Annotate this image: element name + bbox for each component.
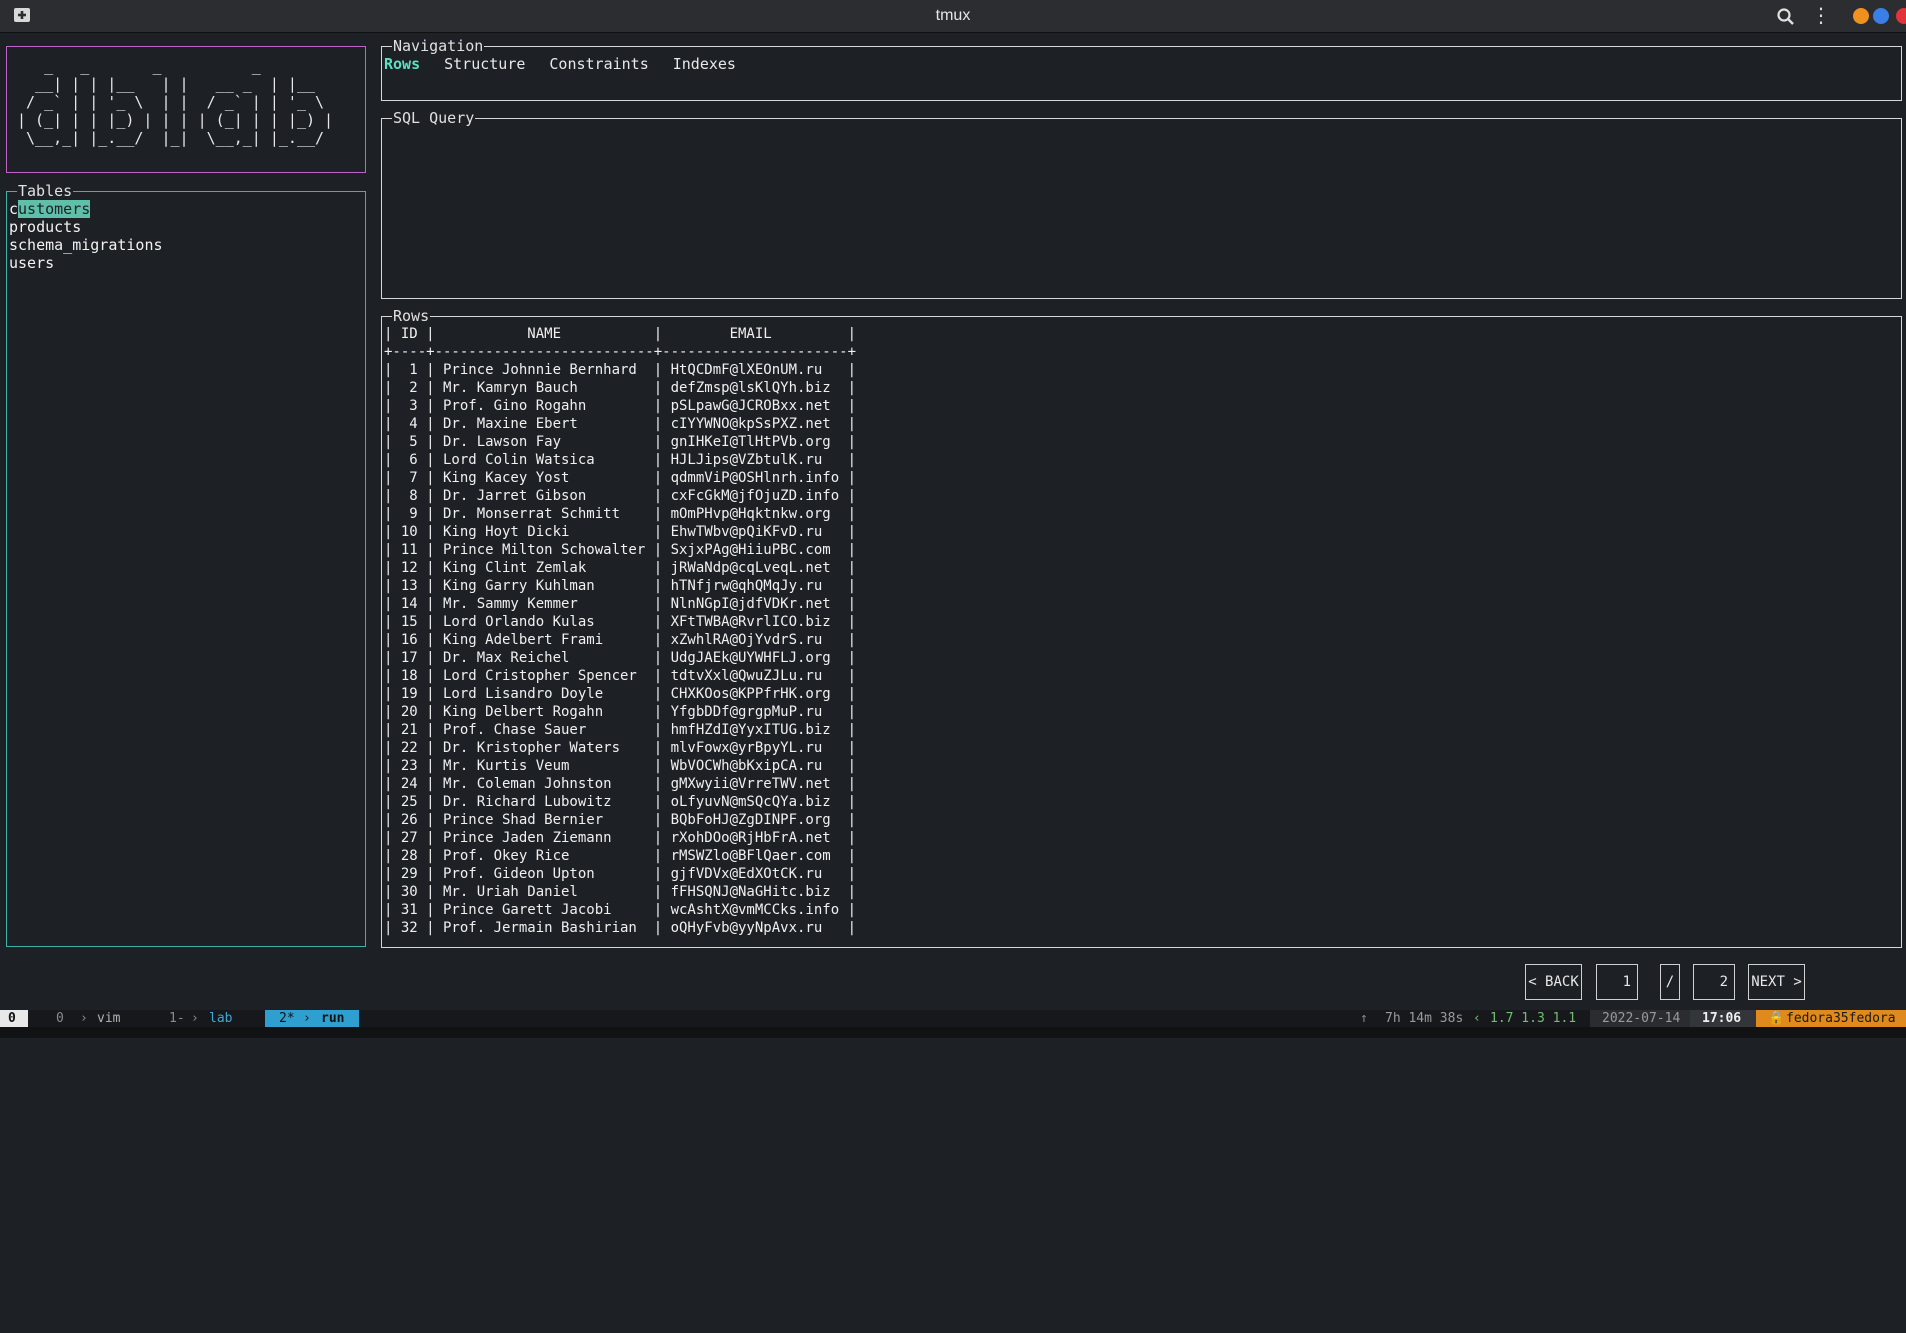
minimize-button[interactable] <box>1853 8 1869 24</box>
back-button[interactable]: < BACK <box>1525 964 1582 1000</box>
table-row[interactable]: | 28 | Prof. Okey Rice | rMSWZlo@BFlQaer… <box>384 848 856 864</box>
table-row[interactable]: | 23 | Mr. Kurtis Veum | WbVOCWh@bKxipCA… <box>384 758 856 774</box>
table-row[interactable]: | 8 | Dr. Jarret Gibson | cxFcGkM@jfOjuZ… <box>384 488 856 504</box>
next-button[interactable]: NEXT > <box>1748 964 1805 1000</box>
table-row[interactable]: | 19 | Lord Lisandro Doyle | CHXKOos@KPP… <box>384 686 856 702</box>
table-row[interactable]: | 29 | Prof. Gideon Upton | gjfVDVx@EdXO… <box>384 866 856 882</box>
total-pages: 2 <box>1693 964 1735 1000</box>
table-row[interactable]: | 1 | Prince Johnnie Bernhard | HtQCDmF@… <box>384 362 856 378</box>
table-row[interactable]: | 13 | King Garry Kuhlman | hTNfjrw@qhQM… <box>384 578 856 594</box>
table-row[interactable]: | 3 | Prof. Gino Rogahn | pSLpawG@JCROBx… <box>384 398 856 414</box>
table-divider: +----+--------------------------+-------… <box>384 344 857 360</box>
load-average: 1.7 1.3 1.1 <box>1490 1011 1577 1026</box>
active-window-name[interactable]: run <box>311 1010 359 1027</box>
window-0-name[interactable]: vim <box>97 1010 120 1027</box>
active-window-arrow-icon: › <box>303 1010 311 1027</box>
tables-list: customers products schema_migrations use… <box>9 200 163 272</box>
time: 17:06 <box>1690 1010 1756 1027</box>
table-item-selected-label: ustomers <box>18 200 91 218</box>
navigation-panel-title: Navigation <box>392 37 485 55</box>
current-page-input[interactable]: 1 <box>1596 964 1638 1000</box>
table-item-products[interactable]: products <box>9 218 163 236</box>
table-row[interactable]: | 15 | Lord Orlando Kulas | XFtTWBA@Rvrl… <box>384 614 856 630</box>
navigation-tabs: Rows Structure Constraints Indexes <box>384 55 760 73</box>
table-row[interactable]: | 30 | Mr. Uriah Daniel | fFHSQNJ@NaGHit… <box>384 884 856 900</box>
session-name: 0 <box>0 1010 28 1027</box>
table-row[interactable]: | 11 | Prince Milton Schowalter | SxjxPA… <box>384 542 856 558</box>
table-row[interactable]: | 24 | Mr. Coleman Johnston | gMXwyii@Vr… <box>384 776 856 792</box>
table-row[interactable]: | 7 | King Kacey Yost | qdmmViP@OSHlnrh.… <box>384 470 856 486</box>
table-row[interactable]: | 9 | Dr. Monserrat Schmitt | mOmPHvp@Hq… <box>384 506 856 522</box>
sql-query-panel-title: SQL Query <box>392 109 476 127</box>
table-row[interactable]: | 31 | Prince Garett Jacobi | wcAshtX@vm… <box>384 902 856 918</box>
window-1-name[interactable]: lab <box>209 1010 232 1027</box>
sql-query-panel[interactable]: SQL Query <box>381 109 1902 299</box>
tables-panel: Tables customers products schema_migrati… <box>6 182 366 947</box>
table-row[interactable]: | 10 | King Hoyt Dicki | EhwTWbv@pQiKFvD… <box>384 524 856 540</box>
window-title: tmux <box>935 7 971 24</box>
active-window-index[interactable]: 2* <box>265 1010 303 1027</box>
table-row[interactable]: | 4 | Dr. Maxine Ebert | cIYYWNO@kpSsPXZ… <box>384 416 856 432</box>
window-separator-icon: › <box>191 1011 199 1026</box>
tables-panel-title: Tables <box>17 182 74 200</box>
window-titlebar: tmux ⋮ <box>0 0 1906 33</box>
uptime-arrow-icon: ↑ <box>1360 1011 1368 1026</box>
table-row[interactable]: | 22 | Dr. Kristopher Waters | mlvFowx@y… <box>384 740 856 756</box>
table-row[interactable]: | 21 | Prof. Chase Sauer | hmfHZdI@YyxIT… <box>384 722 856 738</box>
bottom-strip <box>0 1027 1906 1038</box>
hostname: fedora35fedora <box>1786 1010 1906 1027</box>
page-separator: / <box>1660 964 1680 1000</box>
table-item-users[interactable]: users <box>9 254 163 272</box>
tmux-status-bar: 0 0 › vim 1- › lab 2* › run ↑ 7h 14m 38s… <box>0 1010 1906 1027</box>
table-item-schema-migrations[interactable]: schema_migrations <box>9 236 163 254</box>
table-row[interactable]: | 16 | King Adelbert Frami | xZwhlRA@OjY… <box>384 632 856 648</box>
table-row[interactable]: | 18 | Lord Cristopher Spencer | tdtvXxl… <box>384 668 856 684</box>
table-row[interactable]: | 27 | Prince Jaden Ziemann | rXohDOo@Rj… <box>384 830 856 846</box>
window-separator-icon: › <box>80 1011 88 1026</box>
table-row[interactable]: | 25 | Dr. Richard Lubowitz | oLfyuvN@mS… <box>384 794 856 810</box>
tab-structure[interactable]: Structure <box>444 55 525 73</box>
table-row[interactable]: | 2 | Mr. Kamryn Bauch | defZmsp@lsKlQYh… <box>384 380 856 396</box>
table-row[interactable]: | 32 | Prof. Jermain Bashirian | oQHyFvb… <box>384 920 856 936</box>
uptime: 7h 14m 38s <box>1385 1011 1464 1026</box>
table-item-cursor: c <box>9 200 19 218</box>
rows-panel-title: Rows <box>392 307 431 325</box>
ascii-logo: _ _ _ _ __| | | |__ | | __ _ | |__ / _` … <box>17 57 334 147</box>
window-0-index[interactable]: 0 <box>56 1010 64 1027</box>
load-separator-icon: ‹ <box>1473 1011 1481 1026</box>
sql-query-input[interactable] <box>384 127 1899 296</box>
table-row[interactable]: | 17 | Dr. Max Reichel | UdgJAEk@UYWHFLJ… <box>384 650 856 666</box>
window-1-index[interactable]: 1- <box>169 1010 185 1027</box>
date: 2022-07-14 <box>1590 1010 1690 1027</box>
table-row[interactable]: | 5 | Dr. Lawson Fay | gnIHKeI@TlHtPVb.o… <box>384 434 856 450</box>
tab-indexes[interactable]: Indexes <box>673 55 736 73</box>
table-item-customers[interactable]: customers <box>9 200 163 218</box>
table-row[interactable]: | 20 | King Delbert Rogahn | YfgbDDf@grg… <box>384 704 856 720</box>
table-row[interactable]: | 26 | Prince Shad Bernier | BQbFoHJ@ZgD… <box>384 812 856 828</box>
search-icon[interactable] <box>1775 6 1797 28</box>
navigation-panel: Navigation Rows Structure Constraints In… <box>381 37 1902 101</box>
tab-rows[interactable]: Rows <box>384 55 420 73</box>
kebab-menu-icon[interactable]: ⋮ <box>1810 5 1832 27</box>
close-button[interactable] <box>1896 8 1906 24</box>
tab-constraints[interactable]: Constraints <box>549 55 648 73</box>
rows-panel: Rows | ID | NAME | EMAIL | +----+-------… <box>381 307 1902 948</box>
maximize-button[interactable] <box>1873 8 1889 24</box>
rows-table: | ID | NAME | EMAIL | +----+------------… <box>384 325 856 937</box>
table-row[interactable]: | 12 | King Clint Zemlak | jRWaNdp@cqLve… <box>384 560 856 576</box>
table-row[interactable]: | 6 | Lord Colin Watsica | HJLJips@VZbtu… <box>384 452 856 468</box>
table-header-row: | ID | NAME | EMAIL | <box>384 326 857 342</box>
lock-icon: 🔒 <box>1756 1010 1786 1027</box>
logo-panel: _ _ _ _ __| | | |__ | | __ _ | |__ / _` … <box>6 46 366 173</box>
table-row[interactable]: | 14 | Mr. Sammy Kemmer | NlnNGpI@jdfVDK… <box>384 596 856 612</box>
